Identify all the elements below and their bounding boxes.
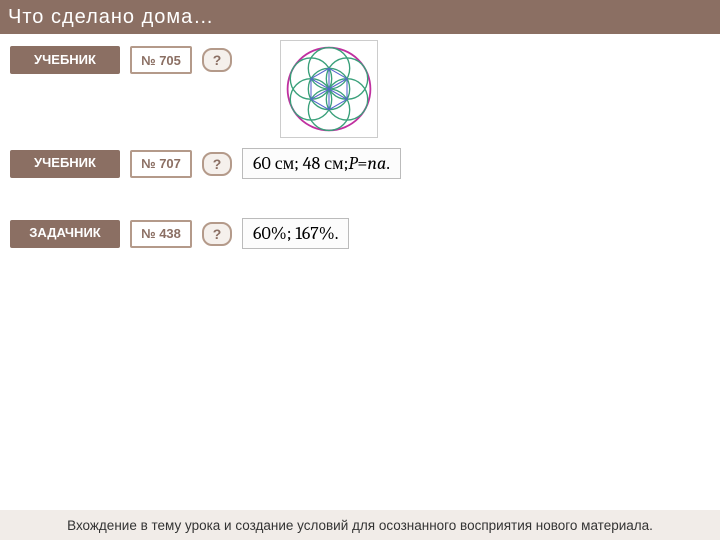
title-bar: Что сделано дома… xyxy=(0,0,720,34)
footer-text: Вхождение в тему урока и создание услови… xyxy=(67,518,653,533)
source-tag: УЧЕБНИК xyxy=(10,150,120,178)
footer-bar: Вхождение в тему урока и создание услови… xyxy=(0,510,720,540)
source-tag: УЧЕБНИК xyxy=(10,46,120,74)
reveal-button[interactable]: ? xyxy=(202,222,232,246)
hw-row-3: ЗАДАЧНИК № 438 ? 60%; 167%. xyxy=(10,218,349,249)
slide: Что сделано дома… УЧЕБНИК № 705 ? xyxy=(0,0,720,540)
source-tag: ЗАДАЧНИК xyxy=(10,220,120,248)
flower-of-life-icon xyxy=(284,44,374,134)
answer-box: 60%; 167%. xyxy=(242,218,349,249)
answer-var: P xyxy=(348,153,357,174)
hw-row-1: УЧЕБНИК № 705 ? xyxy=(10,46,232,74)
answer-var: na xyxy=(367,153,386,174)
answer-box: 60 см; 48 см; P = na . xyxy=(242,148,401,179)
reveal-button[interactable]: ? xyxy=(202,152,232,176)
figure-705 xyxy=(280,40,378,138)
answer-eq: = xyxy=(357,153,367,174)
reveal-button[interactable]: ? xyxy=(202,48,232,72)
problem-number: № 705 xyxy=(130,46,192,74)
hw-row-2: УЧЕБНИК № 707 ? 60 см; 48 см; P = na . xyxy=(10,148,401,179)
answer-text: 60 см; 48 см; xyxy=(253,153,348,174)
problem-number: № 438 xyxy=(130,220,192,248)
slide-title: Что сделано дома… xyxy=(8,6,214,29)
answer-tail: . xyxy=(386,153,390,174)
problem-number: № 707 xyxy=(130,150,192,178)
answer-text: 60%; 167%. xyxy=(253,223,338,244)
